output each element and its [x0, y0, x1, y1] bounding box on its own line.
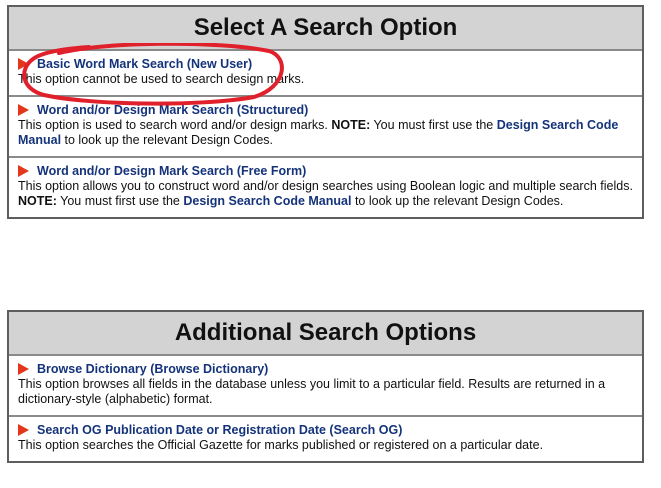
search-og-link[interactable]: Search OG Publication Date or Registrati… — [37, 423, 402, 438]
free-form-search-link[interactable]: Word and/or Design Mark Search (Free For… — [37, 164, 306, 179]
search-option-free-form: Word and/or Design Mark Search (Free For… — [9, 156, 642, 217]
panel-title: Additional Search Options — [9, 312, 642, 356]
flag-icon — [18, 164, 29, 177]
note-label: NOTE: — [331, 118, 371, 132]
search-option-og: Search OG Publication Date or Registrati… — [9, 415, 642, 461]
flag-icon — [18, 103, 29, 116]
basic-word-mark-search-link[interactable]: Basic Word Mark Search (New User) — [37, 57, 252, 72]
design-search-code-manual-link[interactable]: Design Search Code Manual — [183, 194, 351, 208]
desc-text: You must first use the — [370, 118, 497, 132]
flag-icon — [18, 423, 29, 436]
additional-search-options-panel: Additional Search Options Browse Diction… — [7, 310, 644, 463]
desc-text: to look up the relevant Design Codes. — [61, 133, 273, 147]
option-description: This option browses all fields in the da… — [18, 377, 606, 406]
browse-dictionary-link[interactable]: Browse Dictionary (Browse Dictionary) — [37, 362, 268, 377]
flag-icon — [18, 362, 29, 375]
desc-text: You must first use the — [56, 194, 184, 208]
option-description: This option searches the Official Gazett… — [18, 438, 544, 452]
structured-search-link[interactable]: Word and/or Design Mark Search (Structur… — [37, 103, 308, 118]
panel-title: Select A Search Option — [9, 7, 642, 51]
option-description: This option is used to search word and/o… — [18, 118, 633, 148]
option-description: This option cannot be used to search des… — [18, 72, 305, 86]
search-option-browse-dictionary: Browse Dictionary (Browse Dictionary) Th… — [9, 356, 642, 415]
flag-icon — [18, 57, 29, 70]
desc-text: This option is used to search word and/o… — [18, 118, 332, 132]
select-search-option-panel: Select A Search Option Basic Word Mark S… — [7, 5, 644, 219]
search-option-basic: Basic Word Mark Search (New User) This o… — [9, 51, 642, 95]
note-label: NOTE: — [18, 194, 57, 208]
desc-text: This option allows you to construct word… — [18, 179, 633, 193]
search-option-structured: Word and/or Design Mark Search (Structur… — [9, 95, 642, 156]
desc-text: to look up the relevant Design Codes. — [351, 194, 564, 208]
option-description: This option allows you to construct word… — [18, 179, 633, 209]
